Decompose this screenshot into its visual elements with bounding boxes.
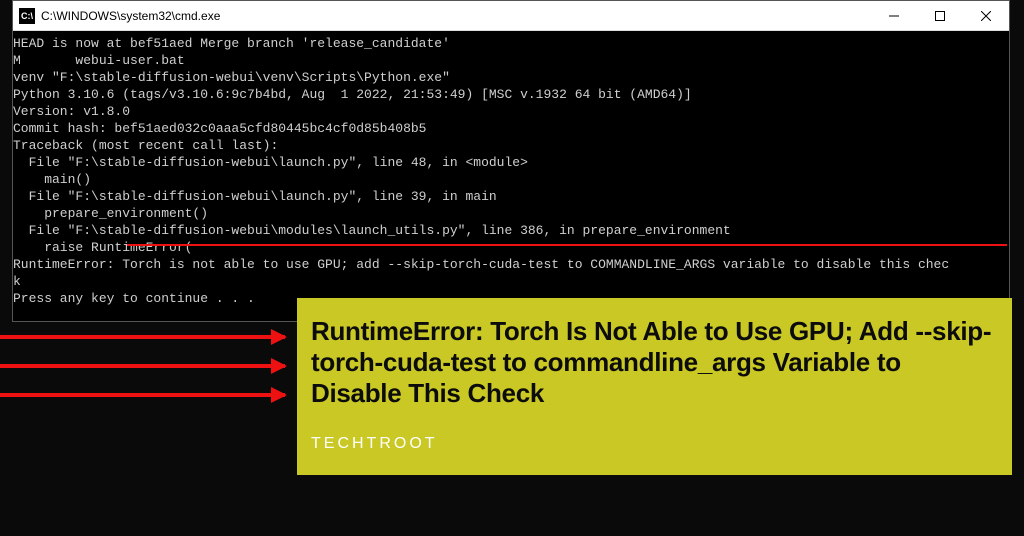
- term-line: k: [13, 273, 1009, 290]
- maximize-button[interactable]: [917, 1, 963, 30]
- callout-headline: RuntimeError: Torch Is Not Able to Use G…: [311, 316, 998, 409]
- term-line: Traceback (most recent call last):: [13, 137, 1009, 154]
- arrow-icon: [0, 393, 285, 397]
- arrow-icon: [0, 364, 285, 368]
- term-line: M webui-user.bat: [13, 52, 1009, 69]
- error-underline: [127, 244, 1007, 246]
- term-line: Version: v1.8.0: [13, 103, 1009, 120]
- titlebar[interactable]: C:\ C:\WINDOWS\system32\cmd.exe: [13, 1, 1009, 31]
- term-line: venv "F:\stable-diffusion-webui\venv\Scr…: [13, 69, 1009, 86]
- callout-box: RuntimeError: Torch Is Not Able to Use G…: [297, 298, 1012, 475]
- term-line: prepare_environment(): [13, 205, 1009, 222]
- cmd-window: C:\ C:\WINDOWS\system32\cmd.exe HEAD is …: [12, 0, 1010, 322]
- term-line: Python 3.10.6 (tags/v3.10.6:9c7b4bd, Aug…: [13, 86, 1009, 103]
- terminal-output[interactable]: HEAD is now at bef51aed Merge branch 're…: [13, 31, 1009, 321]
- term-line: Commit hash: bef51aed032c0aaa5cfd80445bc…: [13, 120, 1009, 137]
- minimize-button[interactable]: [871, 1, 917, 30]
- term-line: File "F:\stable-diffusion-webui\launch.p…: [13, 188, 1009, 205]
- term-line: File "F:\stable-diffusion-webui\launch.p…: [13, 154, 1009, 171]
- callout-brand: TECHTROOT: [311, 435, 998, 453]
- term-line: raise RuntimeError(: [13, 239, 1009, 256]
- term-line: HEAD is now at bef51aed Merge branch 're…: [13, 35, 1009, 52]
- term-line: RuntimeError: Torch is not able to use G…: [13, 256, 1009, 273]
- term-line: main(): [13, 171, 1009, 188]
- close-button[interactable]: [963, 1, 1009, 30]
- annotation-arrows: [0, 335, 285, 422]
- term-line: File "F:\stable-diffusion-webui\modules\…: [13, 222, 1009, 239]
- cmd-icon: C:\: [19, 8, 35, 24]
- window-controls: [871, 1, 1009, 30]
- window-title: C:\WINDOWS\system32\cmd.exe: [41, 9, 871, 23]
- arrow-icon: [0, 335, 285, 339]
